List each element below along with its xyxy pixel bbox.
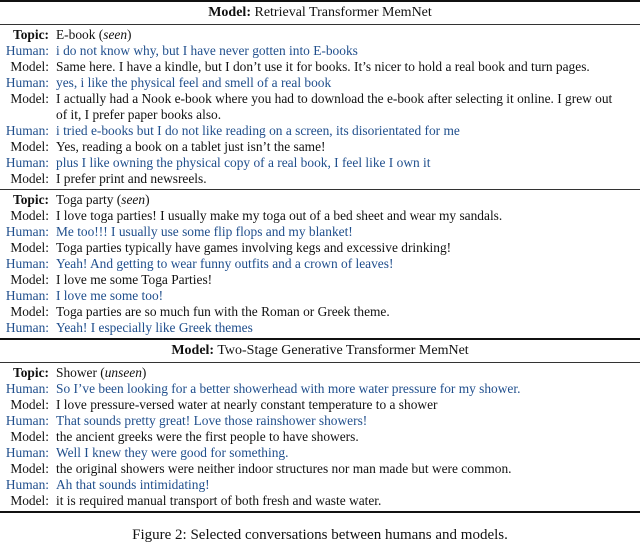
model-turn: Model: Yes, reading a book on a tablet ju…	[0, 139, 640, 155]
human-turn: Human: i tried e-books but I do not like …	[0, 123, 640, 139]
topic-row: Topic: Shower (unseen)	[0, 365, 640, 381]
topic-name: Shower	[56, 365, 97, 380]
human-turn: Human: Yeah! I especially like Greek them…	[0, 320, 640, 336]
model-turn: Model: Same here. I have a kindle, but I …	[0, 59, 640, 75]
utterance-text: I love me some Toga Parties!	[56, 272, 213, 287]
speaker-label: Human:	[5, 224, 49, 239]
utterance-text: Yeah! I especially like Greek themes	[56, 320, 253, 335]
speaker-label: Human:	[5, 445, 49, 460]
utterance-text: I love toga parties! I usually make my t…	[56, 208, 503, 223]
topic-name: E-book	[56, 27, 96, 42]
speaker-label: Model:	[10, 171, 49, 186]
speaker-label: Model:	[10, 139, 49, 154]
topic-text: E-book (seen)	[56, 27, 132, 42]
speaker-label: Human:	[5, 256, 49, 271]
model-header-name: Two-Stage Generative Transformer MemNet	[217, 343, 469, 358]
model-turn: Model: I prefer print and newsreels.	[0, 171, 640, 187]
model-header-label: Model:	[171, 343, 215, 358]
model-header: Model: Retrieval Transformer MemNet	[0, 2, 640, 24]
conversation-section: Topic: Toga party (seen) Model: I love toga…	[0, 190, 640, 338]
model-turn: Model: Toga parties typically have games …	[0, 240, 640, 256]
model-header: Model: Two-Stage Generative Transformer …	[0, 340, 640, 362]
model-turn: Model: it is required manual transport of…	[0, 493, 640, 509]
utterance-text: plus I like owning the physical copy of …	[56, 155, 431, 170]
speaker-label: Model:	[10, 240, 49, 255]
topic-row: Topic: Toga party (seen)	[0, 192, 640, 208]
utterance-text: Ah that sounds intimidating!	[56, 477, 210, 492]
speaker-label: Human:	[5, 477, 49, 492]
speaker-label: Model:	[10, 272, 49, 287]
speaker-label: Model:	[10, 429, 49, 444]
speaker-label: Model:	[10, 208, 49, 223]
human-turn: Human: Me too!!! I usually use some flip …	[0, 224, 640, 240]
model-turn: Model: I love me some Toga Parties!	[0, 272, 640, 288]
utterance-text: the ancient greeks were the first people…	[56, 429, 359, 444]
model-turn: Model: I love toga parties! I usually mak…	[0, 208, 640, 224]
speaker-label: Model:	[10, 461, 49, 476]
topic-status: unseen	[104, 365, 142, 380]
model-turn: Model: I actually had a Nook e-book where…	[0, 91, 640, 123]
utterance-text: I prefer print and newsreels.	[56, 171, 207, 186]
utterance-text: Well I knew they were good for something…	[56, 445, 289, 460]
human-turn: Human: I love me some too!	[0, 288, 640, 304]
human-turn: Human: i do not know why, but I have neve…	[0, 43, 640, 59]
human-turn: Human: Well I knew they were good for som…	[0, 445, 640, 461]
utterance-text: That sounds pretty great! Love those rai…	[56, 413, 368, 428]
conversation-table: Model: Retrieval Transformer MemNet Topic…	[0, 0, 640, 513]
utterance-text: Me too!!! I usually use some flip flops …	[56, 224, 353, 239]
bottom-rule	[0, 511, 640, 513]
speaker-label: Model:	[10, 91, 49, 106]
human-turn: Human: Yeah! And getting to wear funny ou…	[0, 256, 640, 272]
utterance-text: I love pressure-versed water at nearly c…	[56, 397, 438, 412]
utterance-text: Toga parties are so much fun with the Ro…	[56, 304, 390, 319]
utterance-text: Same here. I have a kindle, but I don’t …	[56, 59, 590, 74]
human-turn: Human: That sounds pretty great! Love tho…	[0, 413, 640, 429]
utterance-text: Yes, reading a book on a tablet just isn…	[56, 139, 326, 154]
model-turn: Model: I love pressure-versed water at ne…	[0, 397, 640, 413]
human-turn: Human: Ah that sounds intimidating!	[0, 477, 640, 493]
speaker-label: Model:	[10, 304, 49, 319]
utterance-text: i tried e-books but I do not like readin…	[56, 123, 460, 138]
model-header-label: Model:	[208, 5, 251, 20]
model-turn: Model: the ancient greeks were the first …	[0, 429, 640, 445]
speaker-label: Human:	[5, 413, 49, 428]
model-turn: Model: Toga parties are so much fun with …	[0, 304, 640, 320]
utterance-text: I love me some too!	[56, 288, 164, 303]
utterance-text: Yeah! And getting to wear funny outfits …	[56, 256, 394, 271]
speaker-label: Human:	[5, 75, 49, 90]
speaker-label: Model:	[10, 493, 49, 508]
speaker-label: Human:	[5, 123, 49, 138]
model-turn: Model: the original showers were neither …	[0, 461, 640, 477]
topic-label: Topic:	[13, 365, 49, 380]
conversation-section: Topic: Shower (unseen) Human: So I’ve been …	[0, 363, 640, 511]
speaker-label: Model:	[10, 397, 49, 412]
topic-name: Toga party	[56, 192, 114, 207]
model-header-name: Retrieval Transformer MemNet	[254, 5, 432, 20]
speaker-label: Human:	[5, 288, 49, 303]
speaker-label: Human:	[5, 155, 49, 170]
utterance-text: So I’ve been looking for a better shower…	[56, 381, 521, 396]
topic-text: Shower (unseen)	[56, 365, 147, 380]
topic-label: Topic:	[13, 27, 49, 42]
topic-label: Topic:	[13, 192, 49, 207]
utterance-text: yes, i like the physical feel and smell …	[56, 75, 332, 90]
speaker-label: Human:	[5, 320, 49, 335]
utterance-text: i do not know why, but I have never gott…	[56, 43, 358, 58]
topic-status: seen	[103, 27, 128, 42]
utterance-text: I actually had a Nook e-book where you h…	[56, 91, 613, 122]
topic-text: Toga party (seen)	[56, 192, 150, 207]
utterance-text: it is required manual transport of both …	[56, 493, 382, 508]
conversation-section: Topic: E-book (seen) Human: i do not know w…	[0, 25, 640, 189]
speaker-label: Human:	[5, 43, 49, 58]
human-turn: Human: yes, i like the physical feel and …	[0, 75, 640, 91]
speaker-label: Model:	[10, 59, 49, 74]
topic-status: seen	[121, 192, 146, 207]
utterance-text: Toga parties typically have games involv…	[56, 240, 452, 255]
speaker-label: Human:	[5, 381, 49, 396]
human-turn: Human: plus I like owning the physical co…	[0, 155, 640, 171]
human-turn: Human: So I’ve been looking for a better …	[0, 381, 640, 397]
topic-row: Topic: E-book (seen)	[0, 27, 640, 43]
utterance-text: the original showers were neither indoor…	[56, 461, 512, 476]
figure-caption: Figure 2: Selected conversations between…	[132, 527, 508, 543]
